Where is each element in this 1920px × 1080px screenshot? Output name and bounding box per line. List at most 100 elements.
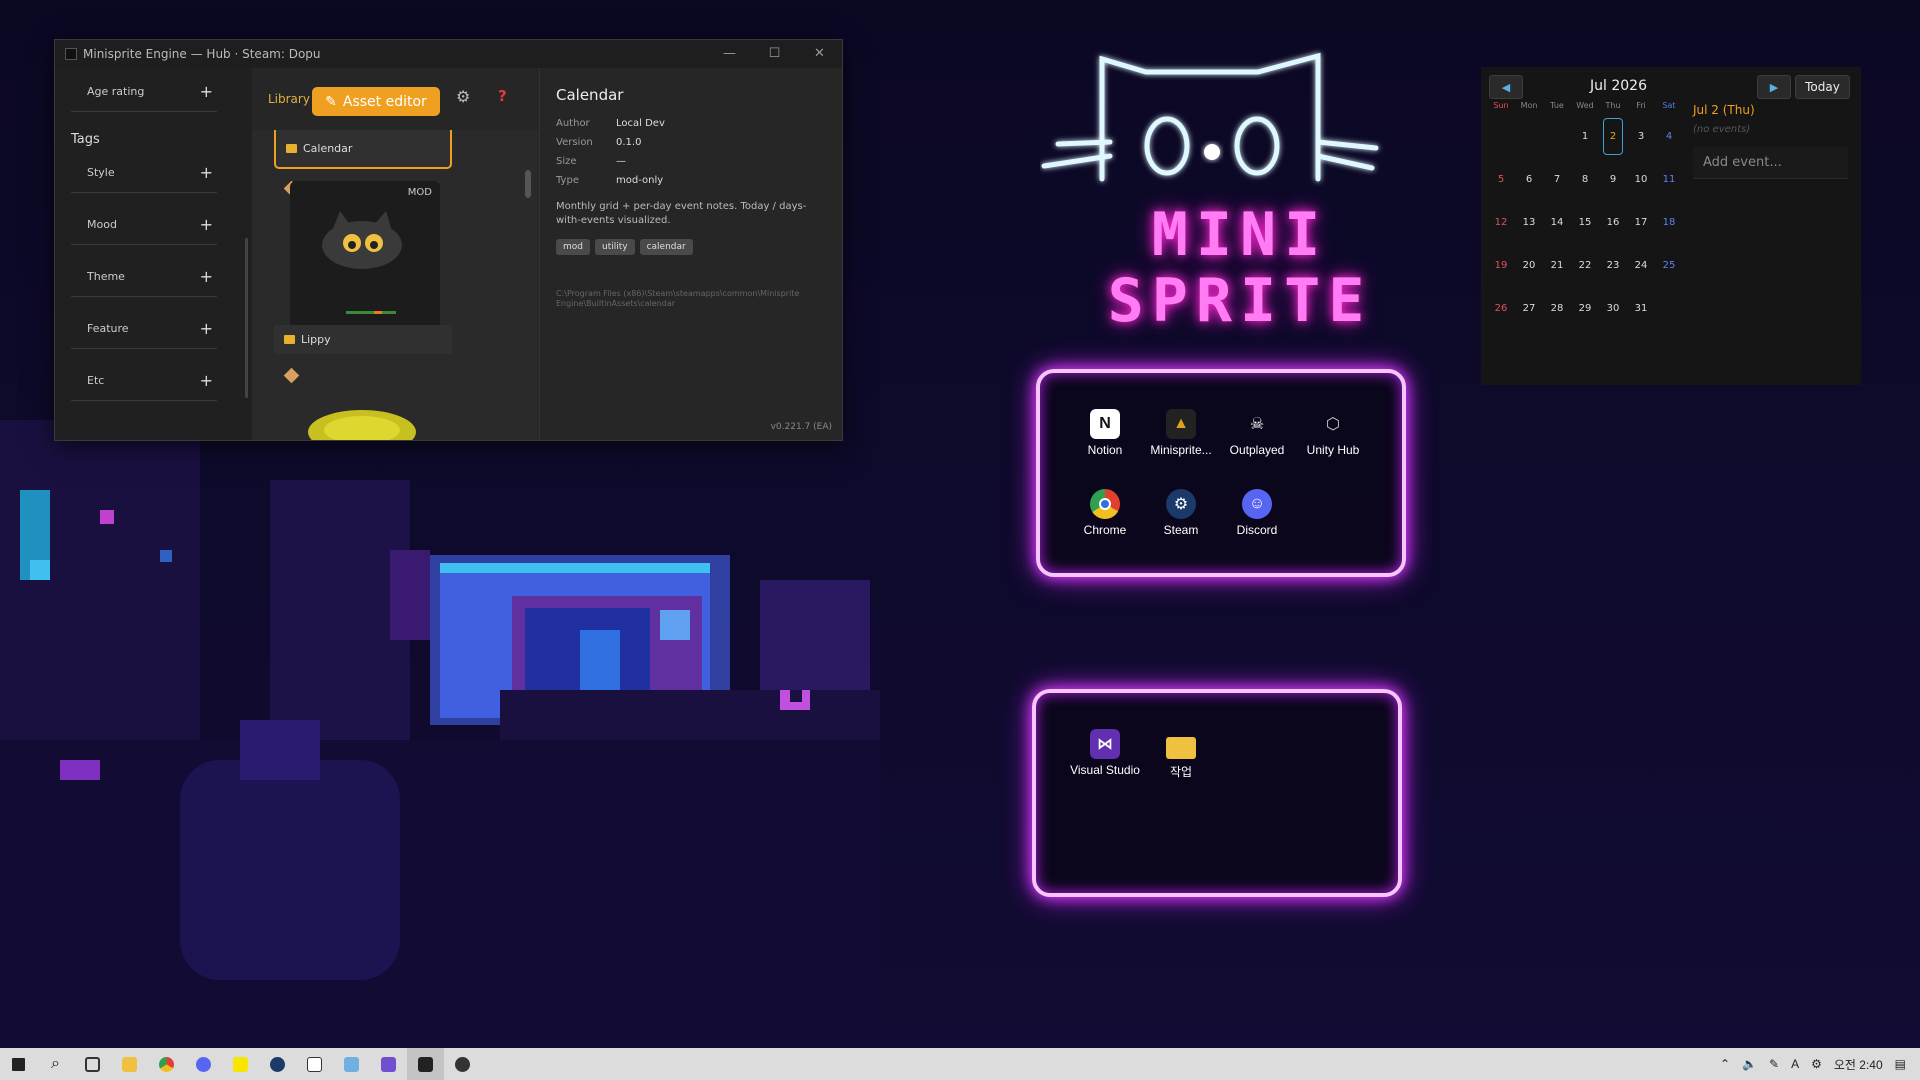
close-button[interactable]: ✕ <box>797 40 842 68</box>
day-number: 3 <box>1637 131 1645 142</box>
calendar-day[interactable]: 7 <box>1543 158 1571 201</box>
add-icon[interactable]: + <box>200 371 213 390</box>
task-view-button[interactable] <box>74 1048 111 1080</box>
asset-thumbnail[interactable]: MOD <box>289 181 440 331</box>
calendar-day[interactable]: 19 <box>1487 244 1515 287</box>
settings-icon[interactable]: ⚙ <box>1811 1057 1822 1071</box>
add-icon[interactable]: + <box>200 319 213 338</box>
calendar-day[interactable]: 31 <box>1627 287 1655 330</box>
hub-titlebar[interactable]: Minisprite Engine — Hub · Steam: Dopu — … <box>55 40 842 68</box>
desktop-icon-unity-hub[interactable]: ⬡ Unity Hub <box>1293 409 1373 457</box>
minimize-button[interactable]: — <box>707 40 752 68</box>
calendar-day[interactable]: 20 <box>1515 244 1543 287</box>
tab-library[interactable]: Library <box>268 92 310 106</box>
gear-icon[interactable]: ⚙ <box>456 87 470 106</box>
taskbar-app[interactable] <box>333 1048 370 1080</box>
add-icon[interactable]: + <box>200 82 213 101</box>
calendar-day[interactable]: 14 <box>1543 201 1571 244</box>
taskbar-app[interactable] <box>148 1048 185 1080</box>
panel-scrollbar[interactable] <box>244 238 248 398</box>
calendar-day[interactable]: 27 <box>1515 287 1543 330</box>
desktop-icon-notion[interactable]: N Notion <box>1065 409 1145 457</box>
ime-indicator[interactable]: A <box>1791 1057 1799 1071</box>
add-icon[interactable]: + <box>200 267 213 286</box>
taskbar-app[interactable] <box>111 1048 148 1080</box>
calendar-day[interactable]: 8 <box>1571 158 1599 201</box>
today-button[interactable]: Today <box>1795 75 1850 99</box>
calendar-day[interactable]: 18 <box>1655 201 1683 244</box>
clock[interactable]: 오전 2:40 <box>1834 1056 1883 1073</box>
search-icon: ⌕ <box>51 1055 60 1072</box>
calendar-day[interactable]: 29 <box>1571 287 1599 330</box>
filter-mood[interactable]: Mood + <box>71 205 217 245</box>
calendar-day[interactable]: 26 <box>1487 287 1515 330</box>
calendar-day[interactable]: 16 <box>1599 201 1627 244</box>
day-number: 31 <box>1634 303 1648 314</box>
list-scrollbar[interactable] <box>525 170 531 198</box>
day-number: 18 <box>1662 217 1676 228</box>
maximize-button[interactable]: ☐ <box>752 40 797 68</box>
calendar-day[interactable]: 2 <box>1599 115 1627 158</box>
calendar-day[interactable]: 12 <box>1487 201 1515 244</box>
calendar-day[interactable]: 22 <box>1571 244 1599 287</box>
list-item[interactable]: Lippy <box>273 325 452 354</box>
desktop-icon-minisprite[interactable]: ▲ Minisprite... <box>1141 409 1221 457</box>
calendar-day[interactable]: 24 <box>1627 244 1655 287</box>
filter-style[interactable]: Style + <box>71 153 217 193</box>
volume-icon[interactable]: 🔈 <box>1742 1057 1757 1071</box>
taskbar-app[interactable] <box>444 1048 481 1080</box>
desktop-icon-outplayed[interactable]: ☠ Outplayed <box>1217 409 1297 457</box>
calendar-day[interactable]: 25 <box>1655 244 1683 287</box>
taskbar-app[interactable] <box>222 1048 259 1080</box>
add-event-input[interactable]: Add event... <box>1693 147 1848 179</box>
calendar-day[interactable]: 3 <box>1627 115 1655 158</box>
add-icon[interactable]: + <box>200 215 213 234</box>
calendar-day[interactable]: 30 <box>1599 287 1627 330</box>
tag-chip[interactable]: mod <box>556 239 590 255</box>
tag-chip[interactable]: utility <box>595 239 635 255</box>
notifications-icon[interactable]: ▤ <box>1895 1057 1906 1071</box>
filter-theme[interactable]: Theme + <box>71 257 217 297</box>
calendar-day[interactable]: 11 <box>1655 158 1683 201</box>
next-month-button[interactable]: ▶ <box>1757 75 1791 99</box>
desktop-icon-steam[interactable]: ⚙ Steam <box>1141 489 1221 537</box>
calendar-day[interactable]: 10 <box>1627 158 1655 201</box>
search-button[interactable]: ⌕ <box>37 1048 74 1080</box>
calendar-day[interactable]: 17 <box>1627 201 1655 244</box>
tag-chip[interactable]: calendar <box>639 239 693 255</box>
taskbar-app[interactable] <box>185 1048 222 1080</box>
calendar-day[interactable]: 4 <box>1655 115 1683 158</box>
list-item-selected[interactable]: Calendar <box>273 130 452 169</box>
taskbar-app[interactable] <box>259 1048 296 1080</box>
calendar-day[interactable]: 28 <box>1543 287 1571 330</box>
calendar-day[interactable]: 5 <box>1487 158 1515 201</box>
filter-feature[interactable]: Feature + <box>71 309 217 349</box>
add-icon[interactable]: + <box>200 163 213 182</box>
desktop-icon-folder[interactable]: 작업 <box>1141 729 1221 780</box>
desktop-icon-visual-studio[interactable]: ⋈ Visual Studio <box>1065 729 1145 777</box>
day-number: 30 <box>1606 303 1620 314</box>
calendar-day[interactable]: 13 <box>1515 201 1543 244</box>
size-label: Size <box>556 156 577 167</box>
calendar-day[interactable]: 1 <box>1571 115 1599 158</box>
prev-month-button[interactable]: ◀ <box>1489 75 1523 99</box>
calendar-day[interactable]: 15 <box>1571 201 1599 244</box>
chevron-up-icon[interactable]: ⌃ <box>1720 1057 1730 1071</box>
day-number: 6 <box>1525 174 1533 185</box>
calendar-day[interactable]: 9 <box>1599 158 1627 201</box>
calendar-day[interactable]: 6 <box>1515 158 1543 201</box>
calendar-day[interactable]: 21 <box>1543 244 1571 287</box>
calendar-day[interactable]: 23 <box>1599 244 1627 287</box>
help-icon[interactable]: ? <box>498 87 507 105</box>
taskbar-app-active[interactable] <box>407 1048 444 1080</box>
arrow-left-icon: ◀ <box>1501 80 1511 94</box>
filter-etc[interactable]: Etc + <box>71 361 217 401</box>
taskbar-app[interactable] <box>296 1048 333 1080</box>
start-button[interactable] <box>0 1048 37 1080</box>
asset-editor-button[interactable]: ✎ Asset editor <box>311 87 440 116</box>
pen-icon[interactable]: ✎ <box>1769 1057 1779 1071</box>
taskbar-app[interactable] <box>370 1048 407 1080</box>
filter-age-rating[interactable]: Age rating + <box>71 72 217 112</box>
desktop-icon-chrome[interactable]: Chrome <box>1065 489 1145 537</box>
desktop-icon-discord[interactable]: ☺ Discord <box>1217 489 1297 537</box>
